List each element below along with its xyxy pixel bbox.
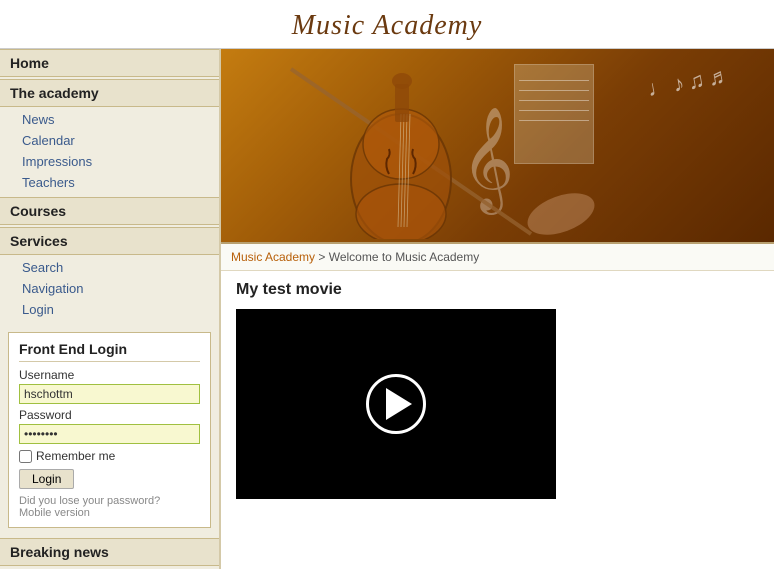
- remember-label: Remember me: [36, 449, 115, 463]
- login-panel-title: Front End Login: [19, 341, 200, 362]
- sidebar-section-breaking: Breaking news: [0, 538, 219, 566]
- sidebar-item-impressions[interactable]: Impressions: [0, 151, 219, 172]
- mobile-version-link[interactable]: Mobile version: [19, 507, 200, 519]
- login-links: Did you lose your password? Mobile versi…: [19, 495, 200, 519]
- breadcrumb-separator: >: [315, 250, 329, 264]
- username-label: Username: [19, 368, 200, 382]
- remember-row: Remember me: [19, 449, 200, 463]
- username-input[interactable]: [19, 384, 200, 404]
- sidebar-item-search[interactable]: Search: [0, 257, 219, 278]
- play-button[interactable]: [366, 374, 426, 434]
- sidebar-item-login[interactable]: Login: [0, 299, 219, 320]
- academy-nav-items: News Calendar Impressions Teachers: [0, 107, 219, 195]
- login-button[interactable]: Login: [19, 469, 74, 489]
- sidebar-item-navigation[interactable]: Navigation: [0, 278, 219, 299]
- forgot-password-link[interactable]: Did you lose your password?: [19, 495, 200, 507]
- sidebar-item-calendar[interactable]: Calendar: [0, 130, 219, 151]
- sidebar-section-home: Home: [0, 49, 219, 77]
- sidebar-item-news[interactable]: News: [0, 109, 219, 130]
- page-header: Music Academy: [0, 0, 774, 49]
- svg-text:𝄞: 𝄞: [461, 108, 514, 215]
- sidebar-section-services: Services: [0, 227, 219, 255]
- breadcrumb-home-link[interactable]: Music Academy: [231, 250, 315, 264]
- breadcrumb: Music Academy > Welcome to Music Academy: [221, 244, 774, 271]
- violin-illustration: 𝄞: [251, 59, 631, 239]
- music-notes-decoration: ♩♪♫♬: [645, 62, 736, 103]
- video-title: My test movie: [236, 281, 759, 299]
- sidebar: Home The academy News Calendar Impressio…: [0, 49, 220, 569]
- services-nav-items: Search Navigation Login: [0, 255, 219, 322]
- video-player[interactable]: [236, 309, 556, 499]
- page-content: My test movie: [221, 271, 774, 509]
- password-input[interactable]: [19, 424, 200, 444]
- main-content: ♩♪♫♬ 𝄞: [220, 49, 774, 569]
- remember-checkbox[interactable]: [19, 450, 32, 463]
- sidebar-item-teachers[interactable]: Teachers: [0, 172, 219, 193]
- sidebar-section-academy: The academy: [0, 79, 219, 107]
- breadcrumb-current: Welcome to Music Academy: [329, 250, 480, 264]
- hero-banner: ♩♪♫♬ 𝄞: [221, 49, 774, 244]
- login-panel: Front End Login Username Password Rememb…: [8, 332, 211, 528]
- play-triangle-icon: [386, 388, 412, 420]
- site-title: Music Academy: [0, 10, 774, 42]
- password-label: Password: [19, 408, 200, 422]
- sidebar-section-courses: Courses: [0, 197, 219, 225]
